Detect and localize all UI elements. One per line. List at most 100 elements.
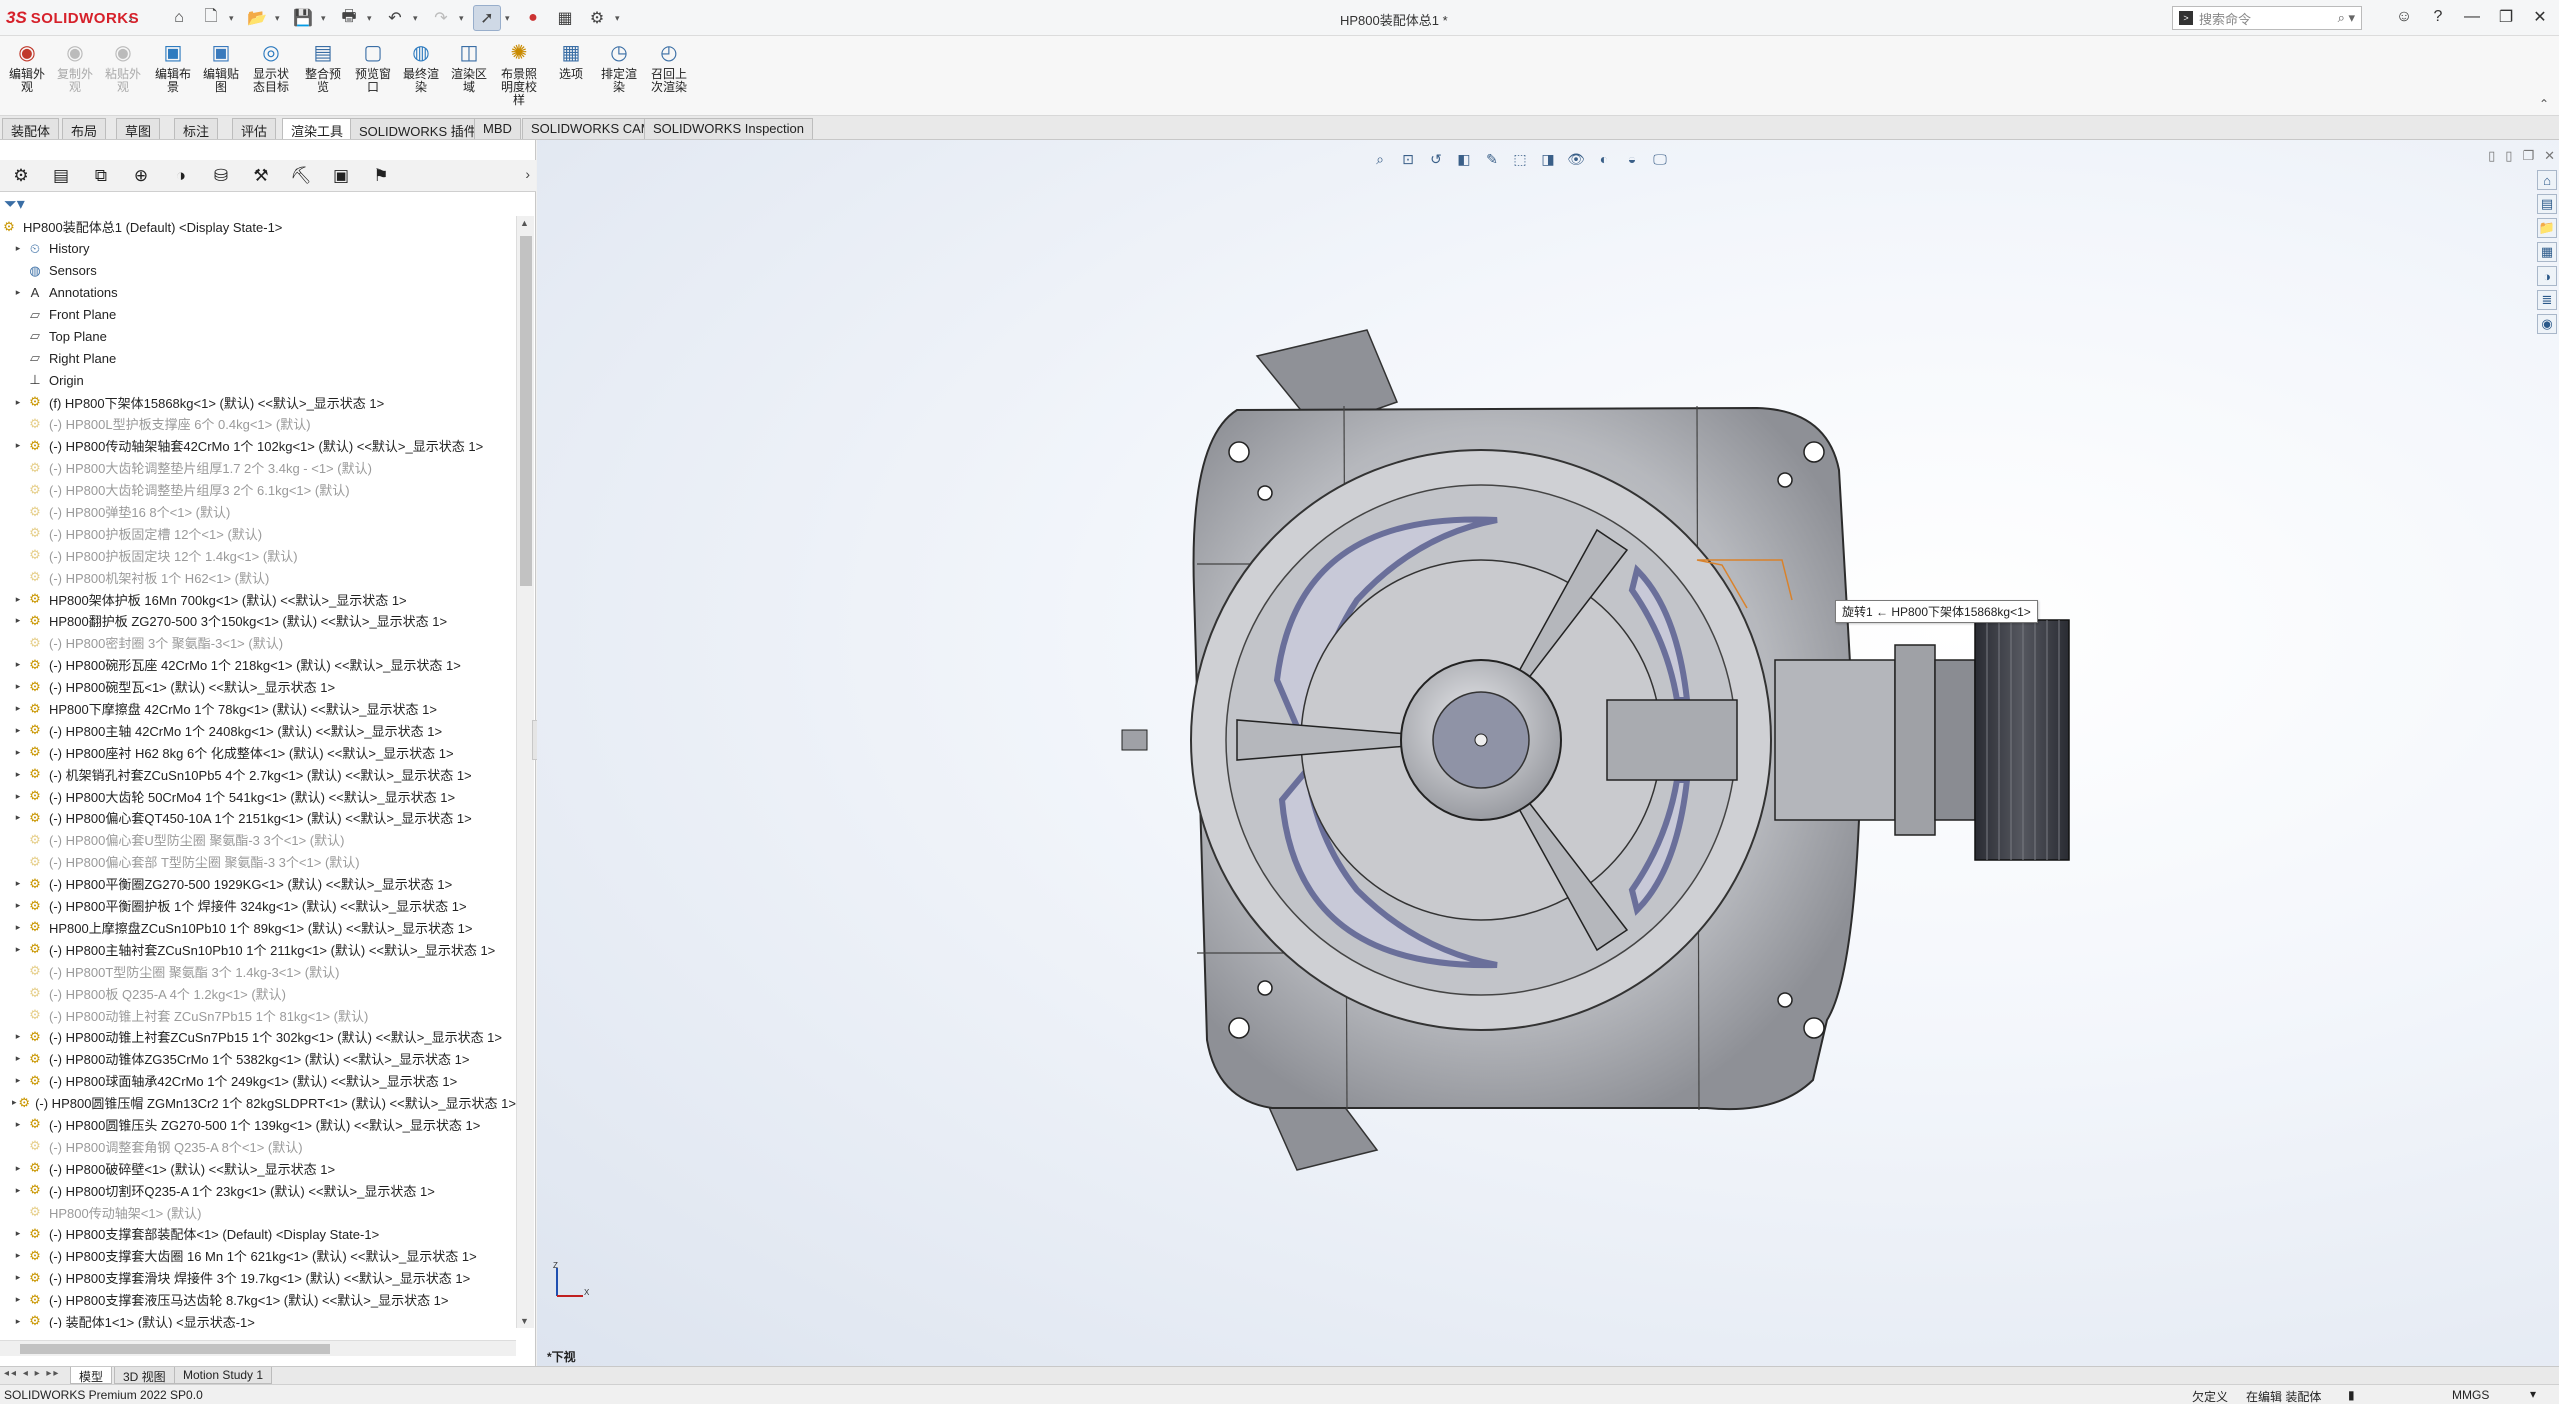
minimize-icon[interactable]: — xyxy=(2457,4,2487,30)
collapse-ribbon-icon[interactable]: ⌃ xyxy=(2539,97,2549,111)
cam-feature-icon[interactable]: ⛁ xyxy=(206,163,236,189)
property-manager-icon[interactable]: ▤ xyxy=(46,163,76,189)
chevron-right-icon[interactable]: › xyxy=(128,10,133,26)
tree-item[interactable]: ▸ ⚙ (-) HP800圆锥压帽 ZGMn13Cr2 1个 82kgSLDPRT<… xyxy=(0,1092,516,1114)
tree-item[interactable]: ⚙ (-) HP800大齿轮调整垫片组厚3 2个 6.1kg<1> (默认) xyxy=(0,479,516,501)
chevron-down-icon[interactable]: ▾ xyxy=(321,13,331,24)
home-icon[interactable]: ⌂ xyxy=(165,5,193,31)
tree-item[interactable]: ▱ Front Plane xyxy=(0,304,516,326)
tree-item[interactable]: ⚙ (-) HP800护板固定槽 12个<1> (默认) xyxy=(0,522,516,544)
ribbon-tool-7[interactable]: ▢ 预览窗 口 xyxy=(350,40,396,94)
options-gear-icon[interactable]: ⚙ xyxy=(583,5,611,31)
tree-item[interactable]: ▸ ⚙ (-) HP800偏心套QT450-10A 1个 2151kg<1> (默认… xyxy=(0,807,516,829)
ribbon-tool-1[interactable]: ◉ 复制外 观 xyxy=(52,40,98,94)
rebuild-icon[interactable]: ▮ xyxy=(2348,1388,2355,1402)
expand-arrow-icon[interactable]: ▸ xyxy=(10,703,26,714)
unit-dropdown-icon[interactable]: ▾ xyxy=(2530,1387,2536,1401)
expand-arrow-icon[interactable]: ▸ xyxy=(10,659,26,670)
tree-item[interactable]: ⚙ HP800传动轴架<1> (默认) xyxy=(0,1201,516,1223)
tree-horizontal-scrollbar[interactable] xyxy=(0,1340,516,1356)
unit-system[interactable]: MMGS xyxy=(2452,1388,2489,1402)
new-document-icon[interactable]: 🗋 xyxy=(197,5,225,31)
tree-item[interactable]: ▸ ⚙ (-) HP800支撑套液压马达齿轮 8.7kg<1> (默认) <<默认>… xyxy=(0,1289,516,1311)
chevron-down-icon[interactable]: ▾ xyxy=(505,13,515,24)
tree-item[interactable]: ▸ ⚙ HP800下摩擦盘 42CrMo 1个 78kg<1> (默认) <<默认>… xyxy=(0,698,516,720)
tree-item[interactable]: ▸ ⚙ (f) HP800下架体15868kg<1> (默认) <<默认>_显示状态… xyxy=(0,391,516,413)
expand-arrow-icon[interactable]: ▸ xyxy=(10,1294,26,1305)
tree-item[interactable]: ⚙ (-) HP800调整套角钢 Q235-A 8个<1> (默认) xyxy=(0,1135,516,1157)
expand-arrow-icon[interactable]: ▸ xyxy=(10,1031,26,1042)
tree-item[interactable]: ⚙ (-) HP800板 Q235-A 4个 1.2kg<1> (默认) xyxy=(0,982,516,1004)
expand-arrow-icon[interactable]: ▸ xyxy=(10,725,26,736)
expand-arrow-icon[interactable]: ▸ xyxy=(10,900,26,911)
expand-arrow-icon[interactable]: ▸ xyxy=(10,1053,26,1064)
expand-arrow-icon[interactable]: ▸ xyxy=(10,1075,26,1086)
ribbon-tool-0[interactable]: ◉ 编辑外 观 xyxy=(4,40,50,94)
expand-arrow-icon[interactable]: ▸ xyxy=(10,812,26,823)
tree-item[interactable]: ⊥ Origin xyxy=(0,369,516,391)
expand-arrow-icon[interactable]: ▸ xyxy=(10,1250,26,1261)
tree-item[interactable]: ▸ ⚙ (-) 装配体1<1> (默认) <显示状态-1> xyxy=(0,1311,516,1328)
tree-item[interactable]: ▸ ⚙ (-) HP800动锥上衬套ZCuSn7Pb15 1个 302kg<1> (… xyxy=(0,1026,516,1048)
scrollbar-thumb[interactable] xyxy=(20,1344,330,1354)
cam-tool-icon[interactable]: ⛏ xyxy=(286,163,316,189)
tree-item[interactable]: ▸ ⚙ (-) HP800大齿轮 50CrMo4 1个 541kg<1> (默认) … xyxy=(0,785,516,807)
close-icon[interactable]: ✕ xyxy=(2525,4,2555,30)
ribbon-tool-5[interactable]: ◎ 显示状 态目标 xyxy=(248,40,294,94)
tree-item[interactable]: ▸ ⚙ (-) HP800平衡圈护板 1个 焊接件 324kg<1> (默认) <<… xyxy=(0,895,516,917)
expand-arrow-icon[interactable]: ▸ xyxy=(10,1185,26,1196)
tree-item[interactable]: ⚙ (-) HP800护板固定块 12个 1.4kg<1> (默认) xyxy=(0,544,516,566)
display-manager-icon[interactable]: ◑ xyxy=(166,163,196,189)
model-tab-1[interactable]: 3D 视图 xyxy=(114,1367,175,1384)
chevron-down-icon[interactable]: ▾ xyxy=(413,13,423,24)
tree-item[interactable]: ▸ ⚙ HP800上摩擦盘ZCuSn10Pb10 1个 89kg<1> (默认) <… xyxy=(0,917,516,939)
tree-item[interactable]: ▸ ⚙ (-) HP800座衬 H62 8kg 6个 化成整体<1> (默认) <<… xyxy=(0,741,516,763)
tree-item[interactable]: ▸ ⚙ (-) HP800圆锥压头 ZG270-500 1个 139kg<1> (默… xyxy=(0,1114,516,1136)
scroll-up-icon[interactable]: ▲ xyxy=(520,218,529,228)
tree-item[interactable]: ▸ ⚙ (-) HP800碗形瓦座 42CrMo 1个 218kg<1> (默认) … xyxy=(0,654,516,676)
tab-2[interactable]: 草图 xyxy=(116,118,161,139)
report-icon[interactable]: ⚑ xyxy=(366,163,396,189)
tree-item[interactable]: ▸ ⏲ History xyxy=(0,238,516,260)
save-icon[interactable]: 💾 xyxy=(289,5,317,31)
chevron-down-icon[interactable]: ▾ xyxy=(229,13,239,24)
tab-nav-arrows-icon[interactable]: ◂◂ ◂ ▸ ▸▸ xyxy=(4,1368,60,1379)
tree-item[interactable]: ▸ ⚙ (-) HP800传动轴架轴套42CrMo 1个 102kg<1> (默认)… xyxy=(0,435,516,457)
configuration-manager-icon[interactable]: ⧉ xyxy=(86,163,116,189)
expand-arrow-icon[interactable]: ▸ xyxy=(10,1272,26,1283)
tree-item[interactable]: ⚙ (-) HP800T型防尘圈 聚氨酯 3个 1.4kg-3<1> (默认) xyxy=(0,960,516,982)
expand-arrow-icon[interactable]: ▸ xyxy=(10,944,26,955)
inspection-icon[interactable]: ▣ xyxy=(326,163,356,189)
expand-arrow-icon[interactable]: ▸ xyxy=(10,287,26,298)
tree-item[interactable]: ▸ ⚙ (-) HP800破碎壁<1> (默认) <<默认>_显示状态 1> xyxy=(0,1157,516,1179)
open-icon[interactable]: 📂 xyxy=(243,5,271,31)
ribbon-tool-8[interactable]: ◍ 最终渲 染 xyxy=(398,40,444,94)
ribbon-tool-6[interactable]: ▤ 整合预 览 xyxy=(300,40,346,94)
solidworks-logo[interactable]: 3S SOLIDWORKS xyxy=(6,7,139,29)
search-commands-input[interactable]: > 搜索命令 ⌕ ▾ xyxy=(2172,6,2362,30)
expand-arrow-icon[interactable]: ▸ xyxy=(10,1097,18,1108)
file-properties-icon[interactable]: ▦ xyxy=(551,5,579,31)
ribbon-tool-10[interactable]: ✺ 布景照 明度校 样 xyxy=(496,40,542,107)
tree-item[interactable]: ⚙ (-) HP800机架衬板 1个 H62<1> (默认) xyxy=(0,566,516,588)
tab-6[interactable]: SOLIDWORKS 插件 xyxy=(350,118,486,139)
model-tab-0[interactable]: 模型 xyxy=(70,1367,113,1384)
expand-arrow-icon[interactable]: ▸ xyxy=(10,922,26,933)
expand-arrow-icon[interactable]: ▸ xyxy=(10,1316,26,1327)
dimxpert-icon[interactable]: ⊕ xyxy=(126,163,156,189)
tab-7[interactable]: MBD xyxy=(474,118,521,139)
tree-item[interactable]: ▸ ⚙ (-) 机架销孔衬套ZCuSn10Pb5 4个 2.7kg<1> (默认) … xyxy=(0,763,516,785)
expand-arrow-icon[interactable]: ▸ xyxy=(10,791,26,802)
chevron-down-icon[interactable]: ▾ xyxy=(275,13,285,24)
tree-item[interactable]: ▱ Right Plane xyxy=(0,347,516,369)
filter-icon[interactable]: ⏷▾ xyxy=(4,194,25,218)
expand-arrow-icon[interactable]: ▸ xyxy=(10,769,26,780)
tree-item[interactable]: ▸ ⚙ HP800架体护板 16Mn 700kg<1> (默认) <<默认>_显示状… xyxy=(0,588,516,610)
tree-item[interactable]: ◍ Sensors xyxy=(0,260,516,282)
undo-icon[interactable]: ↶ xyxy=(381,5,409,31)
chevron-down-icon[interactable]: ▾ xyxy=(367,13,377,24)
tab-4[interactable]: 评估 xyxy=(232,118,277,139)
model-tab-2[interactable]: Motion Study 1 xyxy=(174,1367,273,1384)
tree-item[interactable]: ▸ ⚙ (-) HP800主轴衬套ZCuSn10Pb10 1个 211kg<1> (… xyxy=(0,938,516,960)
expand-arrow-icon[interactable]: ▸ xyxy=(10,397,26,408)
